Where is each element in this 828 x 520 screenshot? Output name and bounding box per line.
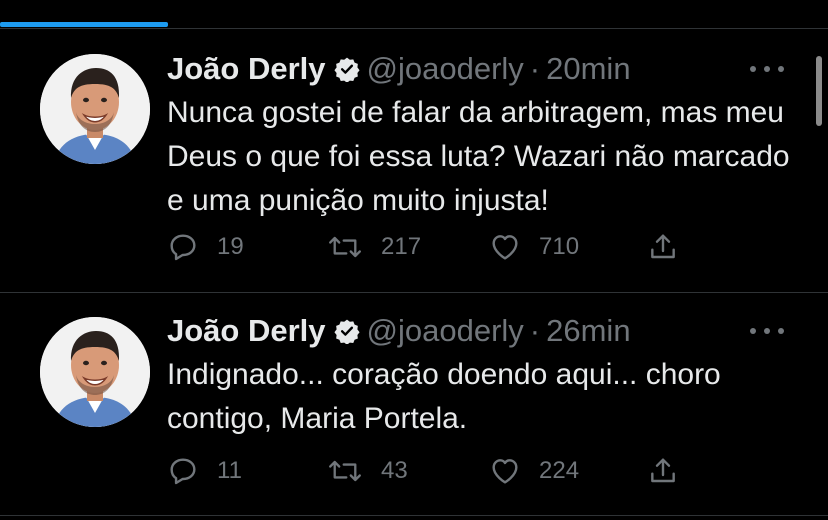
tweet-actions: 11 43 224 [167,453,697,489]
retweet-button[interactable]: 43 [327,453,408,489]
author-name[interactable]: João Derly [167,313,326,349]
tweet-text: Indignado... coração doendo aqui... chor… [167,358,721,435]
active-tab-indicator [0,22,168,27]
reply-icon [170,458,196,485]
more-options-icon[interactable] [750,59,784,79]
author-name[interactable]: João Derly [167,51,326,87]
tweet[interactable]: João Derly @joaoderly · 20min Nunca gost… [0,29,828,292]
reply-icon [170,234,196,261]
avatar[interactable] [40,54,150,164]
author-handle[interactable]: @joaoderly [367,313,524,349]
tweet-actions: 19 217 710 [167,229,697,265]
retweet-count: 43 [381,457,408,484]
reply-count: 19 [217,233,244,260]
retweet-count: 217 [381,233,422,260]
author-handle[interactable]: @joaoderly [367,51,524,87]
separator: · [529,313,541,348]
verified-badge-icon [333,318,360,344]
reply-button[interactable]: 19 [167,229,244,265]
verified-badge-icon [333,56,360,82]
reply-count: 11 [217,457,242,484]
like-button[interactable]: 224 [489,453,579,489]
like-button[interactable]: 710 [489,229,579,265]
like-count: 710 [539,233,580,260]
share-icon [651,234,675,259]
like-count: 224 [539,457,580,484]
timestamp[interactable]: 26min [546,313,630,349]
share-button[interactable] [647,229,697,265]
tweet[interactable]: João Derly @joaoderly · 26min Indignado.… [0,293,828,520]
heart-icon [492,235,518,260]
scrollbar[interactable] [816,56,822,126]
retweet-button[interactable]: 217 [327,229,421,265]
reply-button[interactable]: 11 [167,453,242,489]
timestamp[interactable]: 20min [546,51,630,87]
retweet-icon [329,460,361,482]
share-icon [651,458,675,483]
divider [0,515,828,516]
separator: · [529,51,541,86]
retweet-icon [329,236,361,258]
heart-icon [492,459,518,484]
share-button[interactable] [647,453,697,489]
tweet-text: Nunca gostei de falar da arbitragem, mas… [167,96,790,217]
more-options-icon[interactable] [750,321,784,341]
avatar[interactable] [40,317,150,427]
